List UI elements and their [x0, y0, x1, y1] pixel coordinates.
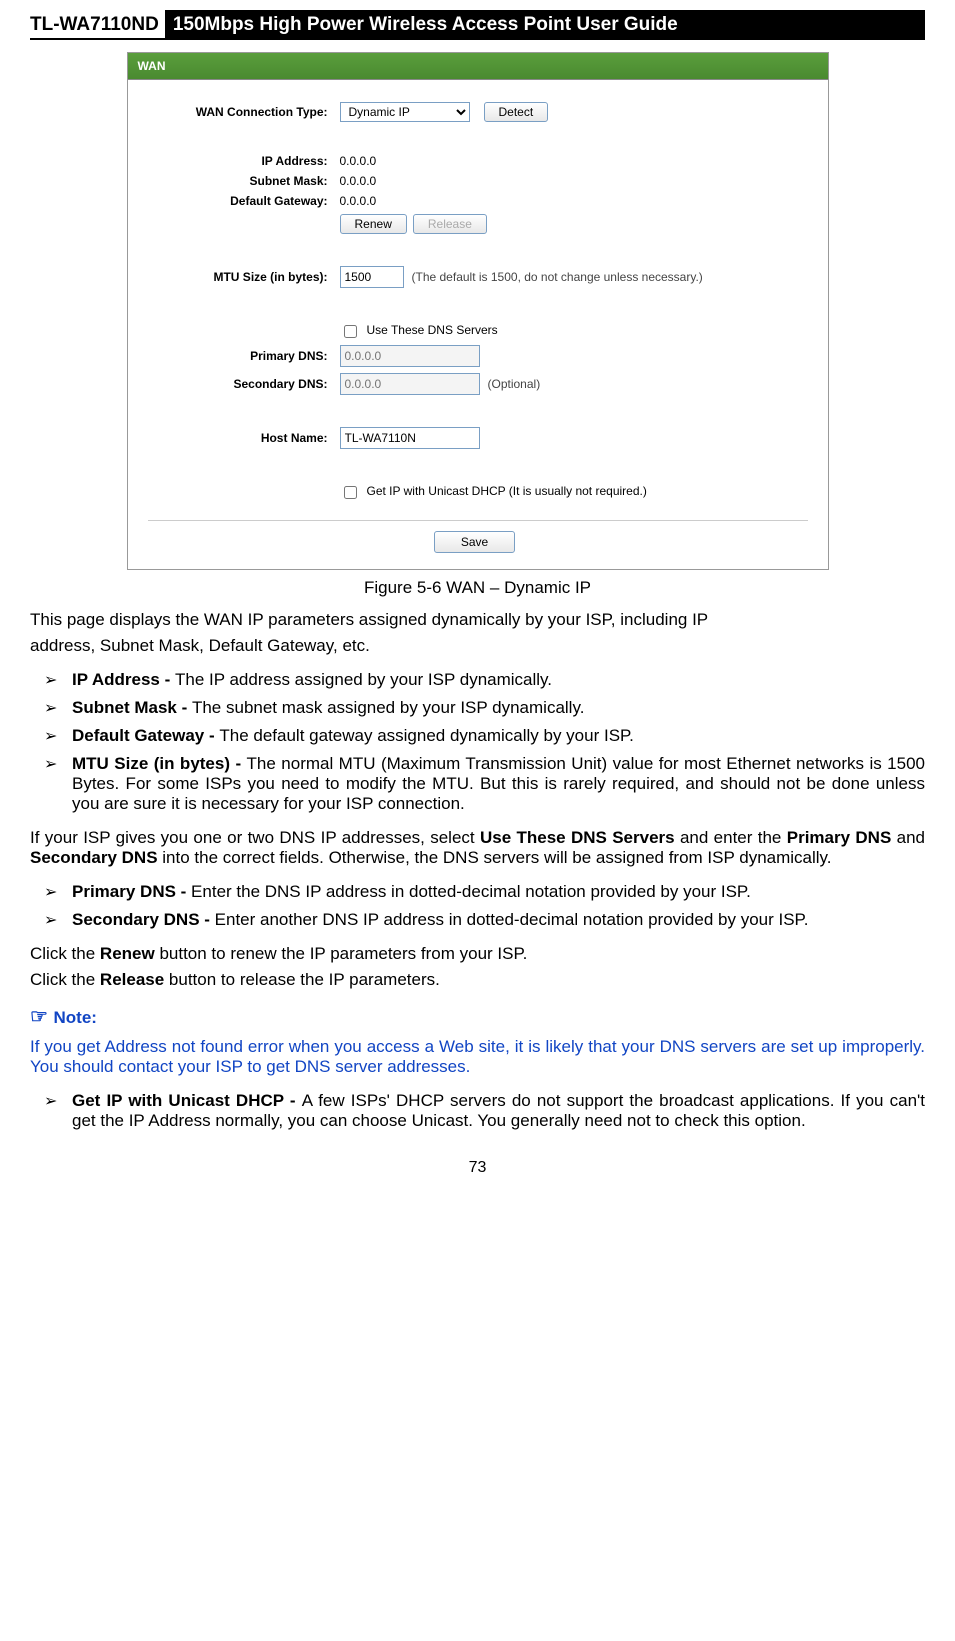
detect-button[interactable]: Detect: [484, 102, 549, 122]
wan-settings-screenshot: WAN WAN Connection Type: Dynamic IP Dete…: [127, 52, 829, 570]
default-gateway-label: Default Gateway:: [148, 194, 340, 208]
bullet-unicast-dhcp: Get IP with Unicast DHCP - A few ISPs' D…: [44, 1091, 925, 1131]
mtu-hint: (The default is 1500, do not change unle…: [412, 270, 703, 284]
dns-paragraph: If your ISP gives you one or two DNS IP …: [30, 828, 925, 868]
page-header: TL-WA7110ND 150Mbps High Power Wireless …: [30, 10, 925, 40]
panel-title: WAN: [128, 53, 828, 80]
renew-button[interactable]: Renew: [340, 214, 407, 234]
host-name-label: Host Name:: [148, 431, 340, 445]
page-number: 73: [30, 1159, 925, 1177]
secondary-dns-label: Secondary DNS:: [148, 377, 340, 391]
save-button[interactable]: Save: [434, 531, 515, 553]
primary-dns-input[interactable]: [340, 345, 480, 367]
intro-line2: address, Subnet Mask, Default Gateway, e…: [30, 636, 925, 656]
use-dns-checkbox[interactable]: [344, 325, 357, 338]
mtu-size-input[interactable]: [340, 266, 404, 288]
intro-line1: This page displays the WAN IP parameters…: [30, 610, 925, 630]
secondary-dns-hint: (Optional): [488, 377, 541, 391]
renew-paragraph: Click the Renew button to renew the IP p…: [30, 944, 925, 964]
model-number: TL-WA7110ND: [30, 10, 165, 38]
wan-conn-type-label: WAN Connection Type:: [148, 105, 340, 119]
use-dns-label: Use These DNS Servers: [367, 323, 498, 337]
release-button[interactable]: Release: [413, 214, 487, 234]
primary-dns-label: Primary DNS:: [148, 349, 340, 363]
bullet-primary-dns: Primary DNS - Enter the DNS IP address i…: [44, 882, 925, 902]
subnet-mask-value: 0.0.0.0: [340, 174, 377, 188]
default-gateway-value: 0.0.0.0: [340, 194, 377, 208]
guide-title: 150Mbps High Power Wireless Access Point…: [165, 10, 925, 38]
bullet-default-gateway: Default Gateway - The default gateway as…: [44, 726, 925, 746]
wan-conn-type-select[interactable]: Dynamic IP: [340, 102, 470, 122]
bullet-ip-address: IP Address - The IP address assigned by …: [44, 670, 925, 690]
note-body: If you get Address not found error when …: [30, 1037, 925, 1077]
figure-caption: Figure 5-6 WAN – Dynamic IP: [30, 578, 925, 598]
mtu-size-label: MTU Size (in bytes):: [148, 270, 340, 284]
ip-address-label: IP Address:: [148, 154, 340, 168]
note-heading: Note:: [30, 1004, 925, 1029]
secondary-dns-input[interactable]: [340, 373, 480, 395]
ip-address-value: 0.0.0.0: [340, 154, 377, 168]
host-name-input[interactable]: [340, 427, 480, 449]
unicast-dhcp-label: Get IP with Unicast DHCP (It is usually …: [367, 484, 647, 498]
bullet-mtu-size: MTU Size (in bytes) - The normal MTU (Ma…: [44, 754, 925, 814]
bullet-secondary-dns: Secondary DNS - Enter another DNS IP add…: [44, 910, 925, 930]
release-paragraph: Click the Release button to release the …: [30, 970, 925, 990]
bullet-subnet-mask: Subnet Mask - The subnet mask assigned b…: [44, 698, 925, 718]
unicast-dhcp-checkbox[interactable]: [344, 486, 357, 499]
subnet-mask-label: Subnet Mask:: [148, 174, 340, 188]
